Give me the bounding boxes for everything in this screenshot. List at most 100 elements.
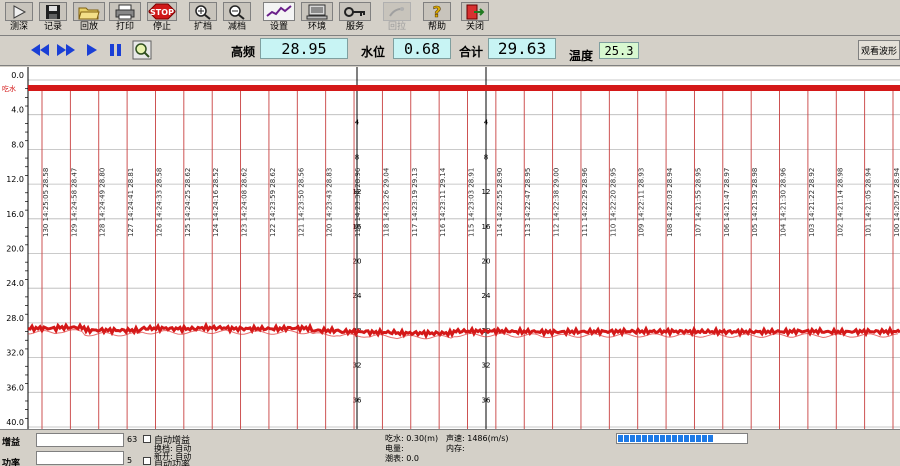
play-forward-icon[interactable] [86, 43, 98, 57]
echogram-svg: 0.0 4.0 8.0 12.0 16.0 20.0 24.0 28.0 32.0 36.0 40.… [2, 67, 900, 429]
stop-button[interactable]: STOP 停止 [146, 2, 178, 34]
view-waveform-button[interactable]: 观看波形 [858, 40, 900, 60]
mark-label: 113 14:22:47 28.95 [524, 168, 532, 237]
mark-label: 112 14:22:38 29.00 [553, 168, 561, 237]
mark-label: 126 14:24:33 28.58 [155, 168, 163, 237]
stop-icon: STOP [147, 2, 177, 21]
mark-label: 102 14:21:14 28.98 [836, 168, 844, 237]
pen-icon [383, 2, 411, 21]
progress-fill [618, 435, 713, 442]
mark-label: 105 14:21:39 28.98 [751, 168, 759, 237]
mark-label: 122 14:23:59 28.62 [269, 168, 277, 237]
close-button[interactable]: 关闭 [460, 2, 490, 34]
rewind-icon[interactable] [30, 43, 50, 57]
depth-tick-label: 12.0 [6, 175, 24, 184]
echogram-chart: 0.0 4.0 8.0 12.0 16.0 20.0 24.0 28.0 32.0 36.0 40.… [0, 67, 900, 429]
mark-label: 116 14:23:11 29.14 [439, 167, 447, 237]
printer-icon [109, 2, 141, 21]
settings-button[interactable]: 设置 [262, 2, 296, 34]
draft-marker: 吃水 [2, 84, 16, 93]
settings-wave-icon [263, 2, 295, 21]
reduce-range-button[interactable]: 减档 [222, 2, 252, 34]
fast-forward-icon[interactable] [56, 43, 76, 57]
key-icon [339, 2, 371, 21]
mark-label: 125 14:24:25 28.62 [184, 168, 192, 237]
power-value: 5 [127, 456, 133, 465]
help-icon: ? [423, 2, 451, 21]
auto-power-label: 自动功率 [154, 460, 191, 466]
mark-label: 130 14:25:05 28.58 [42, 168, 50, 237]
depth-tick-label: 24.0 [6, 279, 24, 288]
mark-label: 121 14:23:50 28.56 [297, 167, 305, 237]
mark-label: 129 14:24:58 28.47 [70, 168, 78, 237]
mark-label: 101 14:21:05 28.94 [865, 167, 873, 237]
pullback-button[interactable]: 回拉 [382, 2, 412, 34]
service-button[interactable]: 服务 [338, 2, 372, 34]
depth-tick-label: 28.0 [6, 314, 24, 323]
exit-icon [461, 2, 489, 21]
auto-power-checkbox[interactable] [143, 457, 151, 465]
zoom-out-icon [223, 2, 251, 21]
mark-label: 123 14:24:08 28.62 [241, 168, 249, 237]
power-slider[interactable] [36, 451, 124, 465]
gain-label: 增益 [2, 438, 21, 448]
magnify-icon[interactable] [132, 40, 152, 60]
total-label: 合计 [459, 45, 484, 59]
mark-label: 106 14:21:47 28.97 [723, 168, 731, 237]
depth-tick-label: 32.0 [6, 349, 24, 358]
high-freq-value: 28.95 [260, 38, 348, 59]
mid-tick-label: 8 [355, 153, 359, 161]
mark-label: 117 14:23:19 29.13 [411, 168, 419, 237]
mark-label: 119 14:23:34 28.96 [354, 167, 362, 237]
gain-slider[interactable] [36, 433, 124, 447]
status-bar: 增益 63 自动增益 换档: 自动 新开: 自动 功率 5 自动功率 吃水: 0… [0, 429, 900, 466]
computer-icon [301, 2, 333, 21]
mark-label: 104 14:21:30 28.96 [780, 167, 788, 237]
surface-band [28, 85, 900, 91]
temp-value: 25.3 [599, 42, 639, 59]
mark-label: 111 14:22:29 28.96 [581, 167, 589, 237]
control-bar: 高频 28.95 水位 0.68 合计 29.63 温度 25.3 观看波形 [0, 36, 900, 66]
environment-button[interactable]: 环境 [300, 2, 334, 34]
temp-label: 温度 [569, 49, 594, 63]
water-level-label: 水位 [361, 45, 386, 59]
depth-tick-label: 36.0 [6, 383, 24, 392]
mid-tick-label: 24 [482, 292, 491, 300]
tide-readout: 潮表: 0.0 [385, 454, 419, 463]
mark-label: 100 14:20:57 28.94 [893, 167, 900, 237]
depth-tick-label: 8.0 [11, 140, 24, 149]
play-icon [5, 2, 33, 21]
mid-tick-label: 32 [482, 362, 491, 370]
memory-readout: 内存: [446, 444, 465, 453]
mark-label: 128 14:24:49 28.80 [99, 168, 107, 237]
sounding-button[interactable]: 测深 [4, 2, 34, 34]
mid-tick-label: 4 [355, 119, 360, 127]
mark-label: 127 14:24:41 28.81 [127, 168, 135, 237]
mid-tick-label: 4 [484, 119, 489, 127]
mark-label: 107 14:21:55 28.95 [694, 168, 702, 237]
expand-range-button[interactable]: 扩档 [188, 2, 218, 34]
mark-label: 108 14:22:03 28.94 [666, 167, 674, 237]
depth-tick-label: 16.0 [6, 210, 24, 219]
mark-label: 114 14:22:55 28.90 [496, 168, 504, 237]
folder-icon [73, 2, 105, 21]
svg-text:?: ? [433, 3, 442, 20]
mark-label: 120 14:23:43 28.83 [326, 168, 334, 237]
mid-tick-label: 36 [482, 396, 491, 404]
depth-tick-label: 0.0 [11, 71, 24, 80]
depth-tick-label: 40.0 [6, 418, 24, 427]
total-value: 29.63 [488, 38, 556, 59]
mark-label: 103 14:21:22 28.92 [808, 168, 816, 237]
mark-label: 124 14:24:16 28.52 [212, 168, 220, 237]
help-button[interactable]: ? 帮助 [422, 2, 452, 34]
mid-tick-label: 8 [484, 153, 488, 161]
depth-tick-label: 20.0 [6, 245, 24, 254]
record-button[interactable]: 记录 [38, 2, 68, 34]
gain-value: 63 [127, 435, 138, 444]
auto-gain-checkbox[interactable] [143, 435, 151, 443]
print-button[interactable]: 打印 [108, 2, 142, 34]
playback-button[interactable]: 回放 [72, 2, 106, 34]
pause-icon[interactable] [109, 43, 123, 57]
save-icon [39, 2, 67, 21]
svg-text:STOP: STOP [150, 8, 174, 17]
